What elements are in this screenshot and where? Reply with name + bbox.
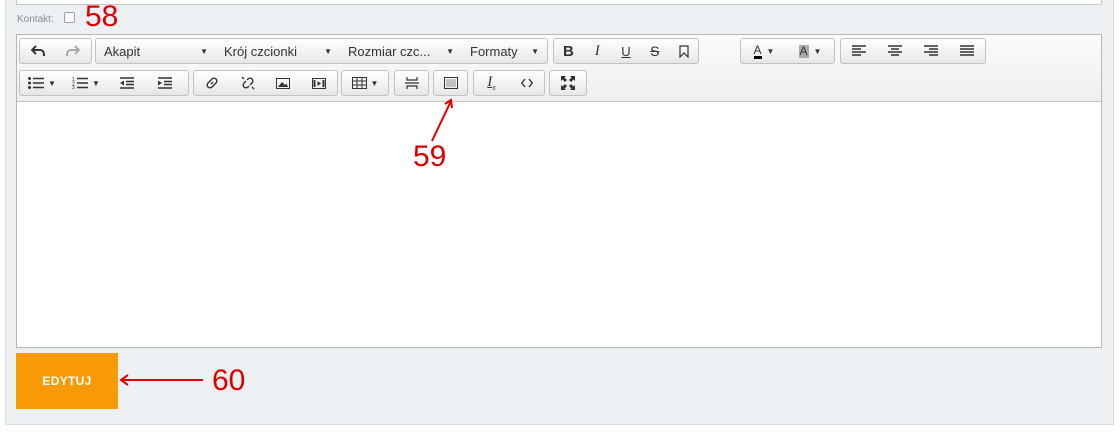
template-button[interactable] [434,71,467,95]
outdent-icon [120,77,134,89]
chevron-down-icon: ▼ [531,46,539,56]
color-group: A ▼ A ▼ [740,38,835,64]
text-style-group: B I U S [553,38,699,64]
table-button[interactable]: ▼ [342,71,388,95]
align-center-icon [888,45,902,56]
align-left-icon [852,45,866,56]
clear-formatting-icon: Ix [487,74,496,92]
previous-field-bottom[interactable] [16,0,1102,5]
strikethrough-icon: S [650,43,660,59]
edytuj-submit-button[interactable]: EDYTUJ [16,353,118,409]
chevron-down-icon: ▼ [92,78,100,88]
list-group: ▼ 123 ▼ [19,70,189,96]
chevron-down-icon: ▼ [48,78,56,88]
cleanup-group: Ix [473,70,545,96]
font-size-select[interactable]: Rozmiar czc... ▼ [340,39,462,63]
media-button[interactable] [301,71,337,95]
align-left-button[interactable] [841,39,877,63]
link-icon [206,77,218,89]
chevron-down-icon: ▼ [446,46,454,56]
redo-button[interactable] [56,39,92,63]
background-color-button[interactable]: A ▼ [787,39,833,63]
bookmark-icon [678,44,689,58]
bold-icon: B [562,42,574,60]
align-justify-button[interactable] [949,39,985,63]
annotation-59: 59 [413,140,447,173]
kontakt-label: Kontakt: [17,14,54,25]
insert-group [193,70,338,96]
text-color-button[interactable]: A ▼ [741,39,787,63]
history-group [19,38,92,64]
italic-icon: I [594,42,600,59]
outdent-button[interactable] [108,71,146,95]
editor-content-area[interactable] [17,102,1101,347]
kontakt-checkbox[interactable] [64,12,75,23]
link-button[interactable] [194,71,230,95]
annotation-58: 58 [85,0,119,33]
undo-button[interactable] [20,39,56,63]
editor-toolbar: Akapit ▼ Krój czcionki ▼ Rozmiar czc... … [17,35,1101,102]
formats-select[interactable]: Formaty ▼ [462,39,547,63]
text-color-icon: A [753,42,762,59]
paragraph-select-label: Akapit [104,43,141,59]
image-icon [276,77,291,89]
paragraph-select[interactable]: Akapit ▼ [96,39,216,63]
alignment-group [840,38,986,64]
bullet-list-button[interactable]: ▼ [20,71,64,95]
table-group: ▼ [341,70,389,96]
indent-icon [158,77,172,89]
fullscreen-button[interactable] [550,71,586,95]
source-code-icon [520,78,533,88]
chevron-down-icon: ▼ [324,46,332,56]
redo-icon [66,45,81,57]
svg-text:3: 3 [72,85,75,89]
table-icon [351,77,367,89]
align-right-icon [924,45,938,56]
italic-button[interactable]: I [583,39,612,63]
font-size-select-label: Rozmiar czc... [348,43,431,59]
background-color-icon: A [798,43,809,58]
unlink-icon [241,76,255,90]
clear-formatting-button[interactable]: Ix [474,71,509,95]
underline-icon: U [621,43,631,59]
numbered-list-icon: 123 [72,77,89,89]
strikethrough-button[interactable]: S [640,39,669,63]
fullscreen-group [549,70,587,96]
bookmark-button[interactable] [669,39,698,63]
align-right-button[interactable] [913,39,949,63]
fullscreen-icon [561,76,575,90]
bold-button[interactable]: B [554,39,583,63]
page-break-icon [404,77,419,89]
font-family-select-label: Krój czcionki [224,43,297,59]
unlink-button[interactable] [230,71,266,95]
bullet-list-icon [28,77,45,89]
template-icon [443,77,458,89]
numbered-list-button[interactable]: 123 ▼ [64,71,108,95]
annotation-60: 60 [212,364,246,397]
font-family-select[interactable]: Krój czcionki ▼ [216,39,340,63]
indent-button[interactable] [146,71,184,95]
chevron-down-icon: ▼ [200,46,208,56]
rich-text-editor: Akapit ▼ Krój czcionki ▼ Rozmiar czc... … [16,34,1102,348]
template-group [433,70,468,96]
image-button[interactable] [266,71,302,95]
pagebreak-group [394,70,429,96]
chevron-down-icon: ▼ [813,46,822,56]
format-selects-group: Akapit ▼ Krój czcionki ▼ Rozmiar czc... … [95,38,548,64]
underline-button[interactable]: U [612,39,641,63]
media-icon [312,77,327,89]
align-center-button[interactable] [877,39,913,63]
chevron-down-icon: ▼ [370,78,379,88]
page-break-button[interactable] [395,71,428,95]
source-code-button[interactable] [509,71,544,95]
align-justify-icon [960,45,974,56]
chevron-down-icon: ▼ [766,46,775,56]
undo-icon [30,45,45,57]
formats-select-label: Formaty [470,43,518,59]
